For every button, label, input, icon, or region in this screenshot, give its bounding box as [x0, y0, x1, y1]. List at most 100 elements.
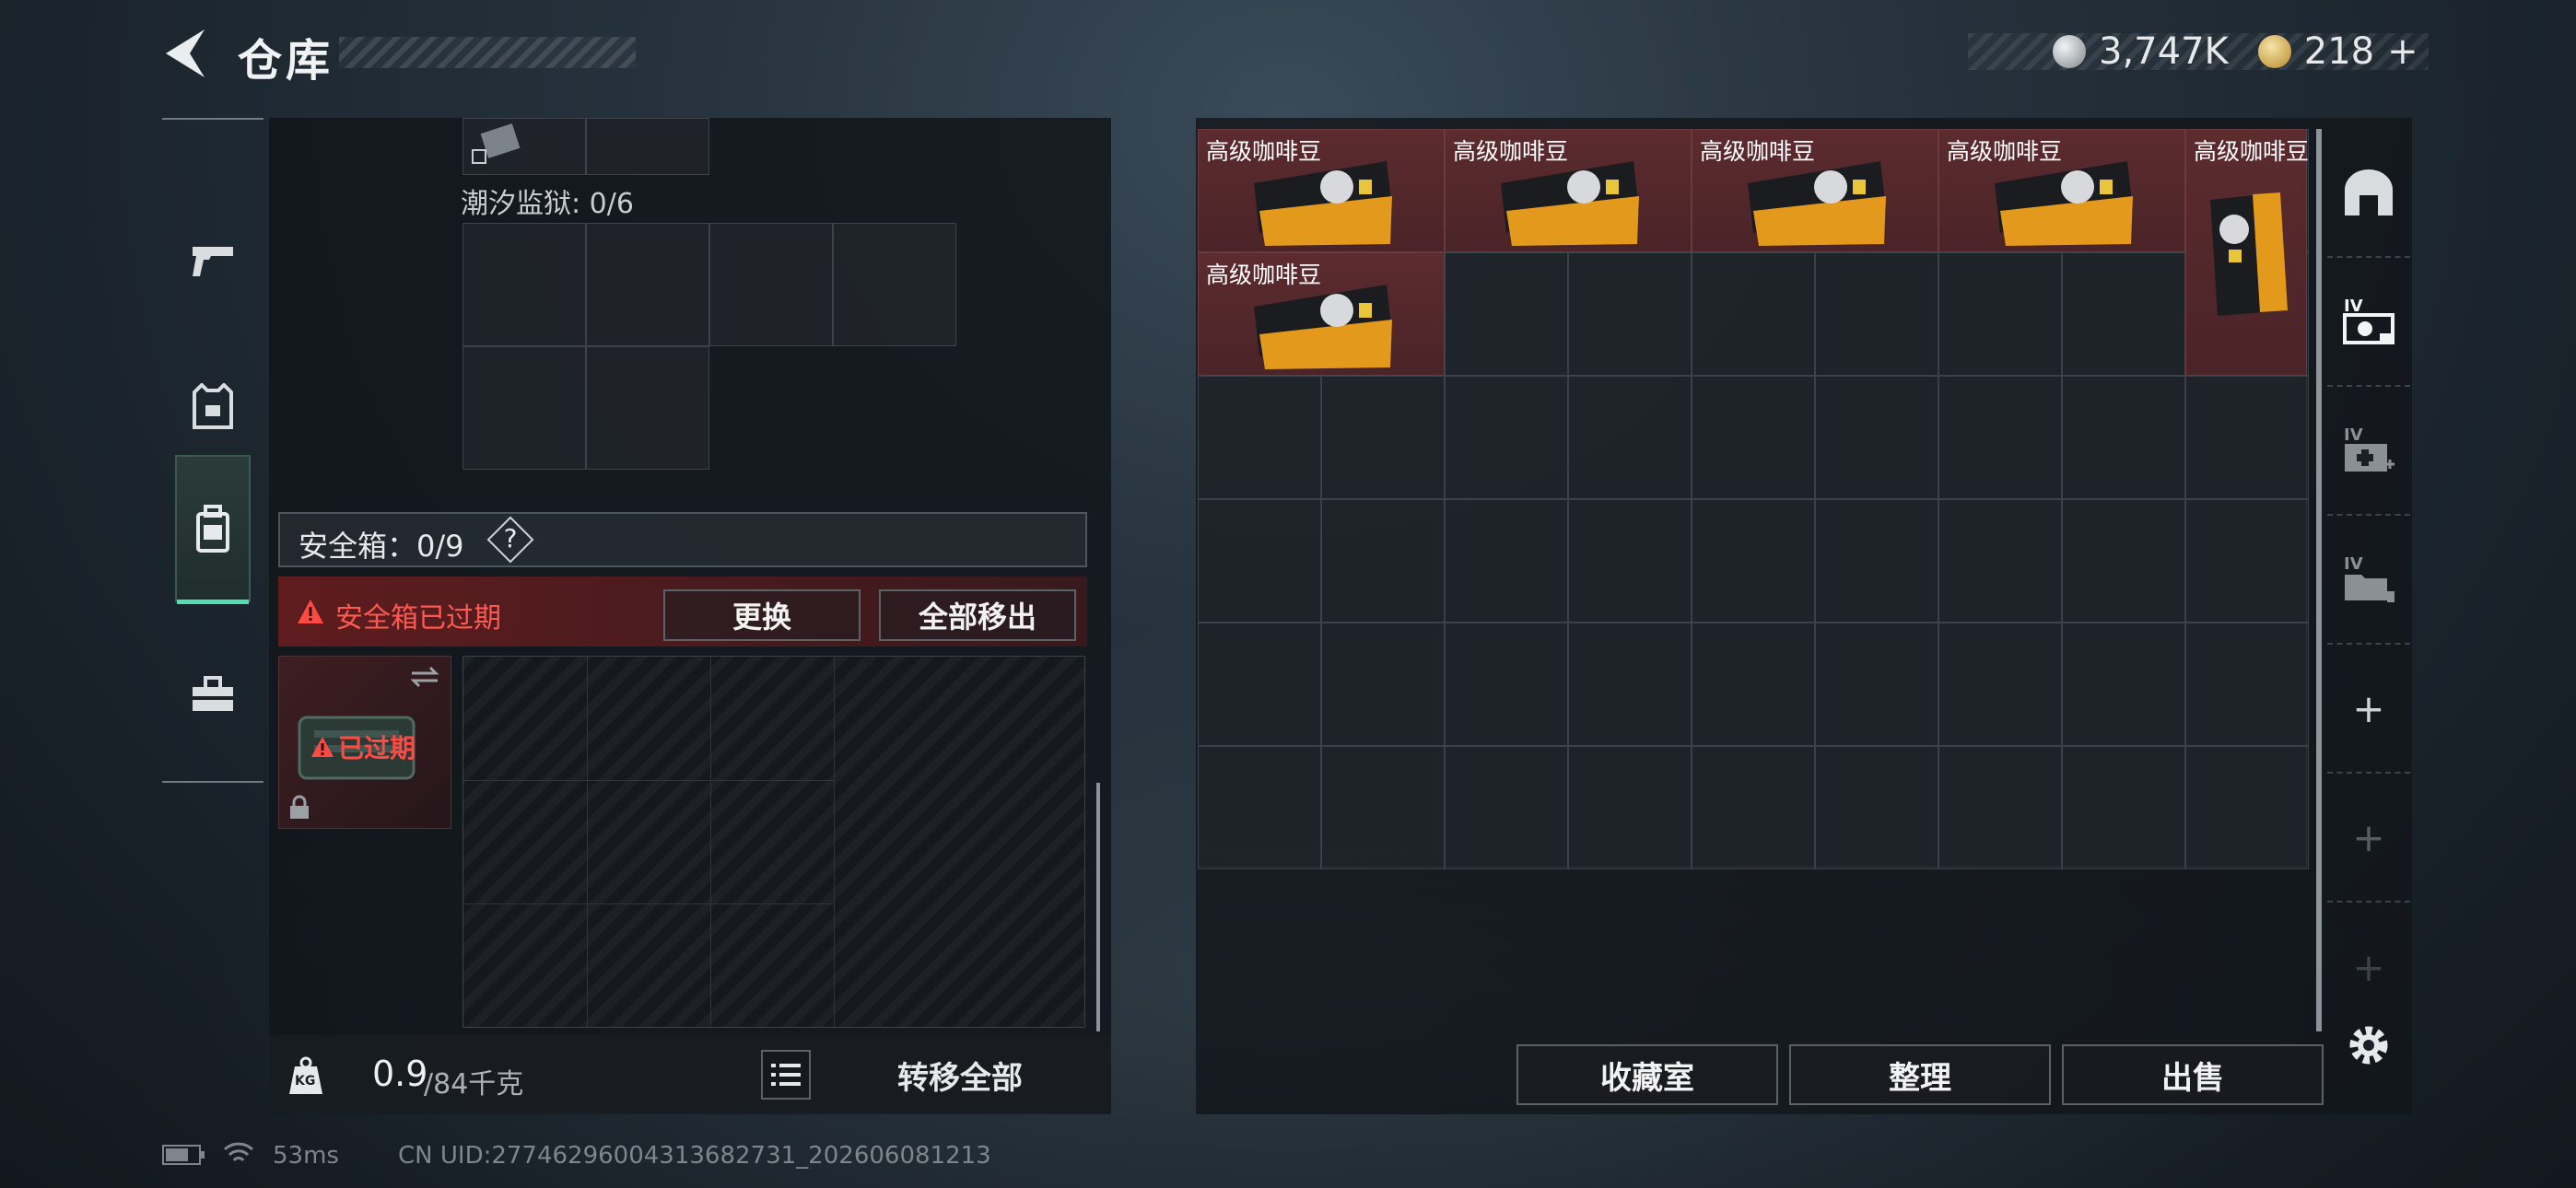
- safe-case-thumbnail[interactable]: 已过期: [278, 656, 451, 829]
- tab-supplies[interactable]: [175, 621, 251, 768]
- stash-grid-cell[interactable]: [1445, 252, 1568, 376]
- weight-icon: KG: [287, 1055, 324, 1096]
- stash-grid-cell[interactable]: [1198, 499, 1321, 623]
- battery-icon: [162, 1145, 205, 1165]
- prison-slot[interactable]: [463, 346, 586, 470]
- stash-grid-cell[interactable]: [2062, 623, 2185, 746]
- stash-grid-cell[interactable]: [2062, 746, 2185, 869]
- prison-slot[interactable]: [586, 346, 709, 470]
- toolbox-icon: [193, 676, 233, 711]
- stash-grid-cell[interactable]: [1445, 746, 1568, 869]
- replace-button[interactable]: 更换: [663, 589, 861, 641]
- sort-button[interactable]: 整理: [1789, 1044, 2051, 1105]
- collection-room-button[interactable]: 收藏室: [1516, 1044, 1778, 1105]
- prison-slot[interactable]: [586, 223, 709, 346]
- loadout-scrollbar[interactable]: [1096, 783, 1100, 1031]
- prison-slot[interactable]: [833, 223, 956, 346]
- tab-weapons[interactable]: [175, 186, 251, 333]
- grid-divider: [834, 657, 835, 1029]
- add-stash-page-button[interactable]: +: [2327, 645, 2410, 774]
- stash-grid-cell[interactable]: [1568, 623, 1692, 746]
- stash-grid-cell[interactable]: [1815, 499, 1938, 623]
- coffee-bag-icon: [1254, 285, 1392, 369]
- remove-all-button[interactable]: 全部移出: [879, 589, 1076, 641]
- stash-page-2[interactable]: IV: [2327, 258, 2410, 387]
- stash-grid-cell[interactable]: [1321, 499, 1445, 623]
- case-expired-badge: 已过期: [310, 728, 416, 765]
- stash-item-coffee-beans[interactable]: 高级咖啡豆: [1445, 129, 1692, 252]
- vest-icon: [193, 383, 233, 429]
- transfer-all-button[interactable]: 转移全部: [822, 1044, 1098, 1105]
- stash-grid-cell[interactable]: [2185, 746, 2309, 869]
- stash-grid-cell[interactable]: [1815, 623, 1938, 746]
- stash-item-coffee-beans[interactable]: 高级咖啡豆: [1938, 129, 2185, 252]
- add-stash-page-button-disabled: +: [2352, 944, 2385, 990]
- stash-item-coffee-beans[interactable]: 高级咖啡豆: [1198, 252, 1445, 376]
- stash-grid-cell[interactable]: [1198, 746, 1321, 869]
- warning-icon: [311, 737, 334, 757]
- stash-grid-cell[interactable]: [1938, 252, 2062, 376]
- stash-grid-cell[interactable]: [1198, 376, 1321, 499]
- stash-scrollbar[interactable]: [2316, 129, 2322, 1031]
- stash-page-4[interactable]: IV: [2327, 516, 2410, 645]
- warning-icon: [298, 600, 323, 623]
- silver-amount: 3,747K: [2099, 30, 2229, 73]
- stash-grid-cell[interactable]: [1692, 252, 1815, 376]
- stash-grid-cell[interactable]: [2185, 499, 2309, 623]
- safe-box-grid: [463, 656, 1085, 1029]
- container-slot[interactable]: [586, 118, 709, 175]
- stash-grid-cell[interactable]: [1692, 746, 1815, 869]
- tab-backpack[interactable]: [175, 455, 251, 604]
- category-tab-rail: [162, 118, 263, 783]
- stash-grid-cell[interactable]: [2062, 499, 2185, 623]
- prison-slot[interactable]: [709, 223, 833, 346]
- safe-box-header: 安全箱：0/9 ?: [278, 512, 1087, 567]
- stash-grid-cell[interactable]: [1815, 376, 1938, 499]
- stash-page-3[interactable]: IV: [2327, 387, 2410, 516]
- vault-arch-icon: [2345, 169, 2393, 215]
- stash-grid-cell[interactable]: [1568, 499, 1692, 623]
- stash-grid-cell[interactable]: [1445, 623, 1568, 746]
- weight-max: /84千克: [424, 1068, 524, 1101]
- stash-item-coffee-beans[interactable]: 高级咖啡豆: [1692, 129, 1938, 252]
- stash-grid-cell[interactable]: [2062, 252, 2185, 376]
- stash-grid-cell[interactable]: [1938, 746, 2062, 869]
- add-currency-button[interactable]: +: [2387, 30, 2418, 73]
- prison-slot[interactable]: [463, 223, 586, 346]
- stash-grid-cell[interactable]: [1568, 746, 1692, 869]
- list-view-button[interactable]: [761, 1050, 811, 1100]
- help-button[interactable]: ?: [499, 523, 521, 553]
- stash-item-coffee-beans[interactable]: 高级咖啡豆: [1198, 129, 1445, 252]
- stash-grid-cell[interactable]: [1692, 499, 1815, 623]
- stash-grid-cell[interactable]: [1321, 746, 1445, 869]
- weight-current: 0.9: [372, 1054, 428, 1094]
- stash-grid-cell[interactable]: [2185, 623, 2309, 746]
- stash-grid-cell[interactable]: [1321, 376, 1445, 499]
- stash-grid-cell[interactable]: [1198, 623, 1321, 746]
- currency-values: 3,747K 218 +: [2053, 30, 2421, 73]
- stash-grid-cell[interactable]: [1692, 623, 1815, 746]
- stash-grid-cell[interactable]: [1938, 623, 2062, 746]
- back-button[interactable]: [162, 28, 208, 79]
- stash-grid-cell[interactable]: [1568, 252, 1692, 376]
- stash-grid-cell[interactable]: [1692, 376, 1815, 499]
- stash-grid-cell[interactable]: [1445, 376, 1568, 499]
- stash-grid-cell[interactable]: [1938, 376, 2062, 499]
- stash-grid-cell[interactable]: [1321, 623, 1445, 746]
- prison-capacity-label: 潮汐监狱: 0/6: [461, 188, 634, 220]
- stash-grid-cell[interactable]: [2185, 376, 2309, 499]
- stash-grid-cell[interactable]: [1568, 376, 1692, 499]
- stash-page-main[interactable]: [2327, 129, 2410, 258]
- container-slot[interactable]: [463, 118, 586, 175]
- settings-button[interactable]: [2344, 1020, 2394, 1070]
- stash-grid-cell[interactable]: [1815, 746, 1938, 869]
- stash-grid-cell[interactable]: [1445, 499, 1568, 623]
- stash-item-coffee-beans[interactable]: 高级咖啡豆: [2185, 129, 2309, 376]
- stash-grid-cell[interactable]: [1938, 499, 2062, 623]
- sell-button[interactable]: 出售: [2062, 1044, 2324, 1105]
- coffee-bag-icon: [1995, 161, 2133, 246]
- grid-divider: [463, 780, 834, 781]
- stash-grid-cell[interactable]: [1815, 252, 1938, 376]
- uid-text: CN UID:27746296004313682731_202606081213: [398, 1142, 991, 1170]
- stash-grid-cell[interactable]: [2062, 376, 2185, 499]
